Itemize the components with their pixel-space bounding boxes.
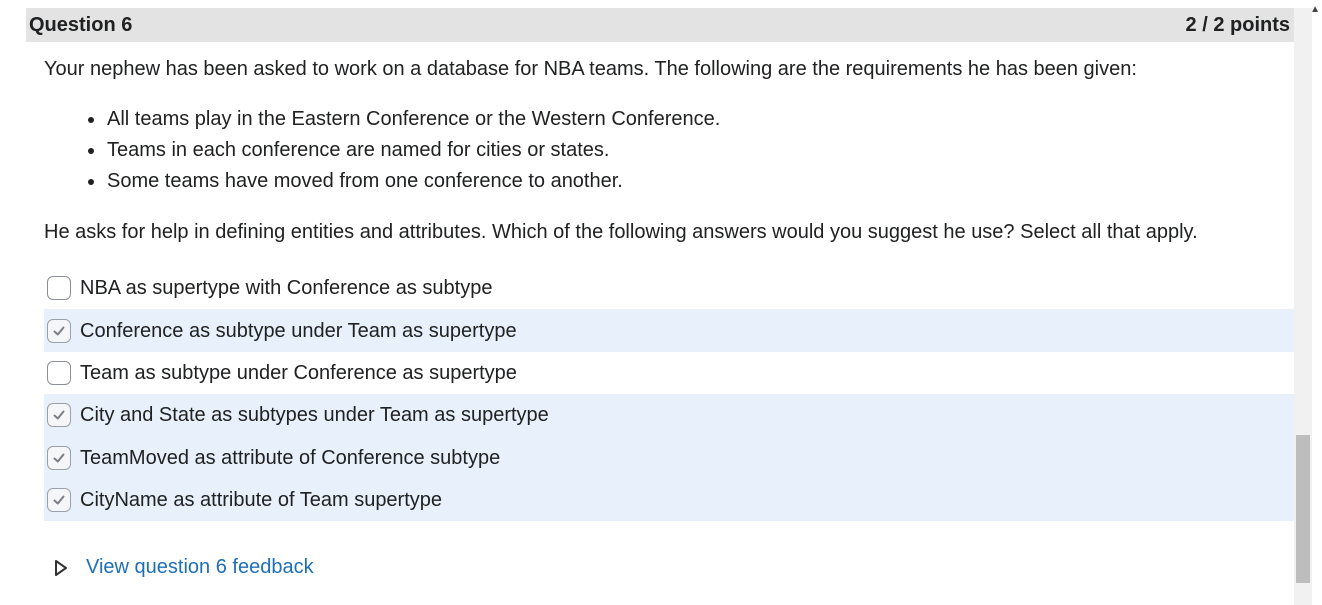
answer-option[interactable]: NBA as supertype with Conference as subt… <box>44 267 1294 309</box>
question-header[interactable]: Question 6 2 / 2 points <box>26 8 1294 42</box>
check-icon <box>53 453 65 463</box>
quiz-page: Question 6 2 / 2 points ▲ Your nephew ha… <box>0 0 1322 605</box>
checkbox[interactable] <box>47 445 71 470</box>
answer-option-label: City and State as subtypes under Team as… <box>80 404 549 427</box>
checkbox[interactable] <box>47 403 71 428</box>
triangle-right-icon[interactable] <box>54 559 68 577</box>
answer-option[interactable]: TeamMoved as attribute of Conference sub… <box>44 436 1294 479</box>
answer-option-label: Team as subtype under Conference as supe… <box>80 361 517 384</box>
answer-option[interactable]: Conference as subtype under Team as supe… <box>44 309 1294 352</box>
checkbox[interactable] <box>47 360 71 385</box>
requirement-item: Teams in each conference are named for c… <box>86 135 720 166</box>
check-icon <box>53 410 65 420</box>
requirement-item: Some teams have moved from one conferenc… <box>86 166 720 197</box>
checkbox[interactable] <box>47 276 71 301</box>
requirement-item: All teams play in the Eastern Conference… <box>86 104 720 135</box>
answer-option-label: Conference as subtype under Team as supe… <box>80 319 517 342</box>
answer-option[interactable]: Team as subtype under Conference as supe… <box>44 352 1294 394</box>
answer-option[interactable]: City and State as subtypes under Team as… <box>44 394 1294 437</box>
checkbox[interactable] <box>47 488 71 513</box>
check-icon <box>53 326 65 336</box>
answer-option[interactable]: CityName as attribute of Team supertype <box>44 478 1294 522</box>
answer-options: NBA as supertype with Conference as subt… <box>44 267 1294 522</box>
requirements-list: All teams play in the Eastern Conference… <box>86 104 720 197</box>
view-feedback-link[interactable]: View question 6 feedback <box>86 556 314 579</box>
answer-option-label: TeamMoved as attribute of Conference sub… <box>80 446 501 469</box>
check-icon <box>53 495 65 505</box>
question-points: 2 / 2 points <box>1185 13 1290 36</box>
scrollbar-thumb[interactable] <box>1296 435 1310 583</box>
question-title: Question 6 <box>29 13 133 36</box>
question-ask: He asks for help in defining entities an… <box>44 221 1198 243</box>
answer-option-label: CityName as attribute of Team supertype <box>80 489 443 512</box>
answer-option-label: NBA as supertype with Conference as subt… <box>80 277 493 300</box>
feedback-section: View question 6 feedback <box>54 556 314 579</box>
checkbox[interactable] <box>47 318 71 343</box>
question-prompt: Your nephew has been asked to work on a … <box>44 58 1137 80</box>
